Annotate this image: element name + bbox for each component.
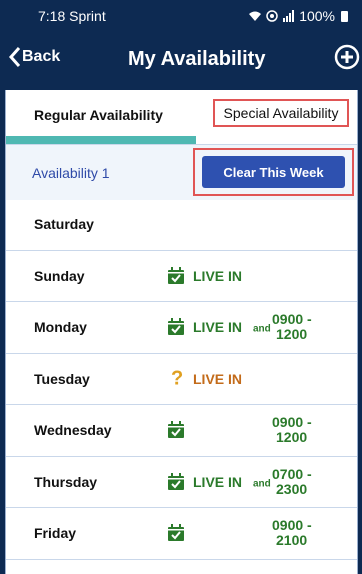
day-row-thursday[interactable]: Thursday LIVE IN and 0700 -2300 (6, 457, 357, 508)
tabs: Regular Availability Special Availabilit… (6, 90, 357, 144)
status-time: 7:18 Sprint (38, 8, 106, 24)
clear-week-button[interactable]: Clear This Week (202, 156, 345, 188)
back-button[interactable]: Back (8, 46, 60, 68)
back-label: Back (22, 48, 61, 65)
day-label: Wednesday (34, 422, 112, 439)
time-start: 0900 - (272, 414, 312, 431)
day-list: Saturday Sunday LIVE IN Monday LIVE IN a… (6, 199, 357, 560)
battery-icon (341, 10, 348, 22)
time-end: 1200 (276, 429, 308, 446)
time-start: 0900 - (272, 311, 312, 328)
time-start: 0700 - (272, 465, 312, 482)
add-icon[interactable] (334, 44, 360, 70)
calendar-check-icon (168, 524, 184, 542)
app: 7:18 Sprint 100% Back My Availability Re… (0, 0, 362, 574)
day-row-saturday[interactable]: Saturday (6, 199, 357, 251)
live-in-label: LIVE IN (193, 370, 243, 387)
and-label: and (253, 323, 271, 335)
page-title: My Availability (128, 48, 266, 70)
day-row-tuesday[interactable]: Tuesday ? LIVE IN (6, 354, 357, 405)
battery-level: 100% (299, 8, 335, 24)
day-row-friday[interactable]: Friday 0900 -2100 (6, 508, 357, 560)
live-in-label: LIVE IN (193, 267, 243, 284)
time-range: 0900 -1200 (272, 415, 312, 445)
live-in-label: LIVE IN (193, 319, 243, 336)
signal-icon (283, 10, 295, 22)
day-label: Thursday (34, 473, 98, 490)
status-bar: 7:18 Sprint 100% (0, 0, 362, 30)
day-label: Tuesday (34, 370, 90, 387)
calendar-check-icon (168, 266, 184, 284)
and-label: and (253, 478, 271, 490)
calendar-check-icon (168, 472, 184, 490)
day-label: Sunday (34, 267, 85, 284)
active-tab-indicator (6, 136, 196, 144)
question-icon: ? (171, 367, 184, 390)
header: Back My Availability (0, 30, 362, 90)
clear-week-highlight: Clear This Week (193, 148, 354, 196)
availability-label[interactable]: Availability 1 (32, 165, 110, 181)
availability-content: Regular Availability Special Availabilit… (5, 90, 358, 574)
wifi-icon (249, 11, 262, 21)
live-in-label: LIVE IN (193, 473, 243, 490)
network-icon (266, 10, 278, 22)
availability-header: Availability 1 Clear This Week (6, 144, 357, 200)
day-label: Saturday (34, 216, 94, 233)
day-label: Monday (34, 319, 87, 336)
status-right: 100% (248, 8, 348, 24)
calendar-check-icon (168, 318, 184, 336)
time-end: 2300 (276, 480, 308, 497)
day-row-monday[interactable]: Monday LIVE IN and 0900 -1200 (6, 302, 357, 354)
time-range: 0900 -2100 (272, 518, 312, 548)
day-row-wednesday[interactable]: Wednesday 0900 -1200 (6, 405, 357, 457)
time-range: 0700 -2300 (272, 465, 312, 497)
calendar-check-icon (168, 421, 184, 439)
time-end: 1200 (276, 326, 308, 343)
day-row-sunday[interactable]: Sunday LIVE IN (6, 251, 357, 302)
tab-regular-availability[interactable]: Regular Availability (34, 107, 163, 123)
chevron-left-icon (8, 47, 21, 67)
day-label: Friday (34, 525, 77, 542)
time-range: 0900 -1200 (272, 312, 312, 342)
tab-special-availability[interactable]: Special Availability (213, 99, 349, 127)
time-start: 0900 - (272, 517, 312, 534)
time-end: 2100 (276, 532, 308, 549)
